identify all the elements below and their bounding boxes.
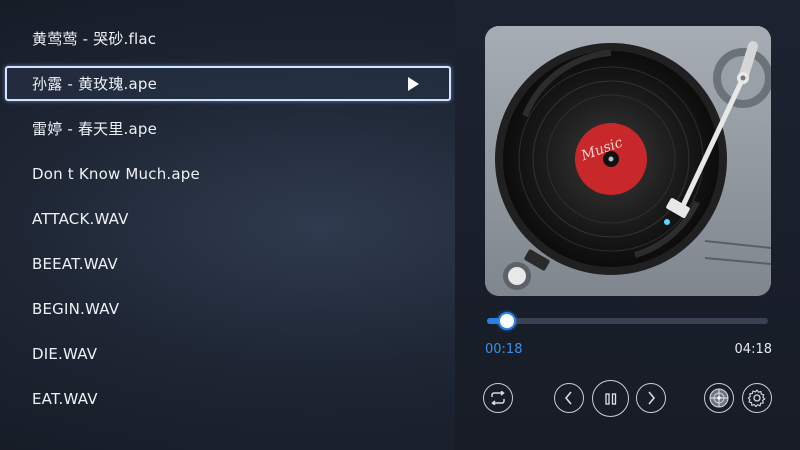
gear-icon xyxy=(748,389,766,407)
track-title: Don t Know Much.ape xyxy=(32,164,200,183)
track-title: 黄莺莺 - 哭砂.flac xyxy=(32,30,157,48)
visualizer-icon xyxy=(709,388,729,408)
list-item[interactable]: EAT.WAV xyxy=(5,381,451,416)
next-button[interactable] xyxy=(636,383,666,413)
list-item[interactable]: 黄莺莺 - 哭砂.flac xyxy=(5,21,451,56)
track-title: 孙露 - 黄玫瑰.ape xyxy=(32,75,158,93)
total-time: 04:18 xyxy=(734,342,772,357)
track-title: EAT.WAV xyxy=(32,389,98,408)
repeat-icon xyxy=(491,391,505,405)
list-item[interactable]: ATTACK.WAV xyxy=(5,201,451,236)
track-title: BEGIN.WAV xyxy=(32,299,120,318)
previous-button[interactable] xyxy=(554,383,584,413)
chevron-left-icon xyxy=(564,391,572,405)
progress-knob[interactable] xyxy=(497,312,516,330)
track-title: BEEAT.WAV xyxy=(32,254,118,273)
turntable-artwork: Music xyxy=(485,26,771,296)
pause-icon xyxy=(604,392,616,405)
list-item-active[interactable]: 孙露 - 黄玫瑰.ape xyxy=(5,66,451,101)
player-panel: Music 00:18 04:18 xyxy=(455,0,800,450)
list-item[interactable]: BEGIN.WAV xyxy=(5,291,451,326)
track-title: ATTACK.WAV xyxy=(32,209,129,228)
list-item[interactable]: 雷婷 - 春天里.ape xyxy=(5,111,451,146)
list-item[interactable]: Don t Know Much.ape xyxy=(5,156,451,191)
playlist: 黄莺莺 - 哭砂.flac 孙露 - 黄玫瑰.ape 雷婷 - 春天里.ape … xyxy=(0,16,454,450)
track-title: DIE.WAV xyxy=(32,344,98,363)
settings-button[interactable] xyxy=(742,383,772,413)
chevron-right-icon xyxy=(648,391,656,405)
play-icon[interactable] xyxy=(408,76,419,91)
pause-button[interactable] xyxy=(592,380,629,417)
list-item[interactable]: DIE.WAV xyxy=(5,336,451,371)
current-time: 00:18 xyxy=(485,342,523,357)
visualizer-button[interactable] xyxy=(704,383,734,413)
repeat-button[interactable] xyxy=(483,383,513,413)
progress-slider[interactable] xyxy=(487,312,768,330)
track-title: 雷婷 - 春天里.ape xyxy=(32,120,158,138)
list-item[interactable]: BEEAT.WAV xyxy=(5,246,451,281)
